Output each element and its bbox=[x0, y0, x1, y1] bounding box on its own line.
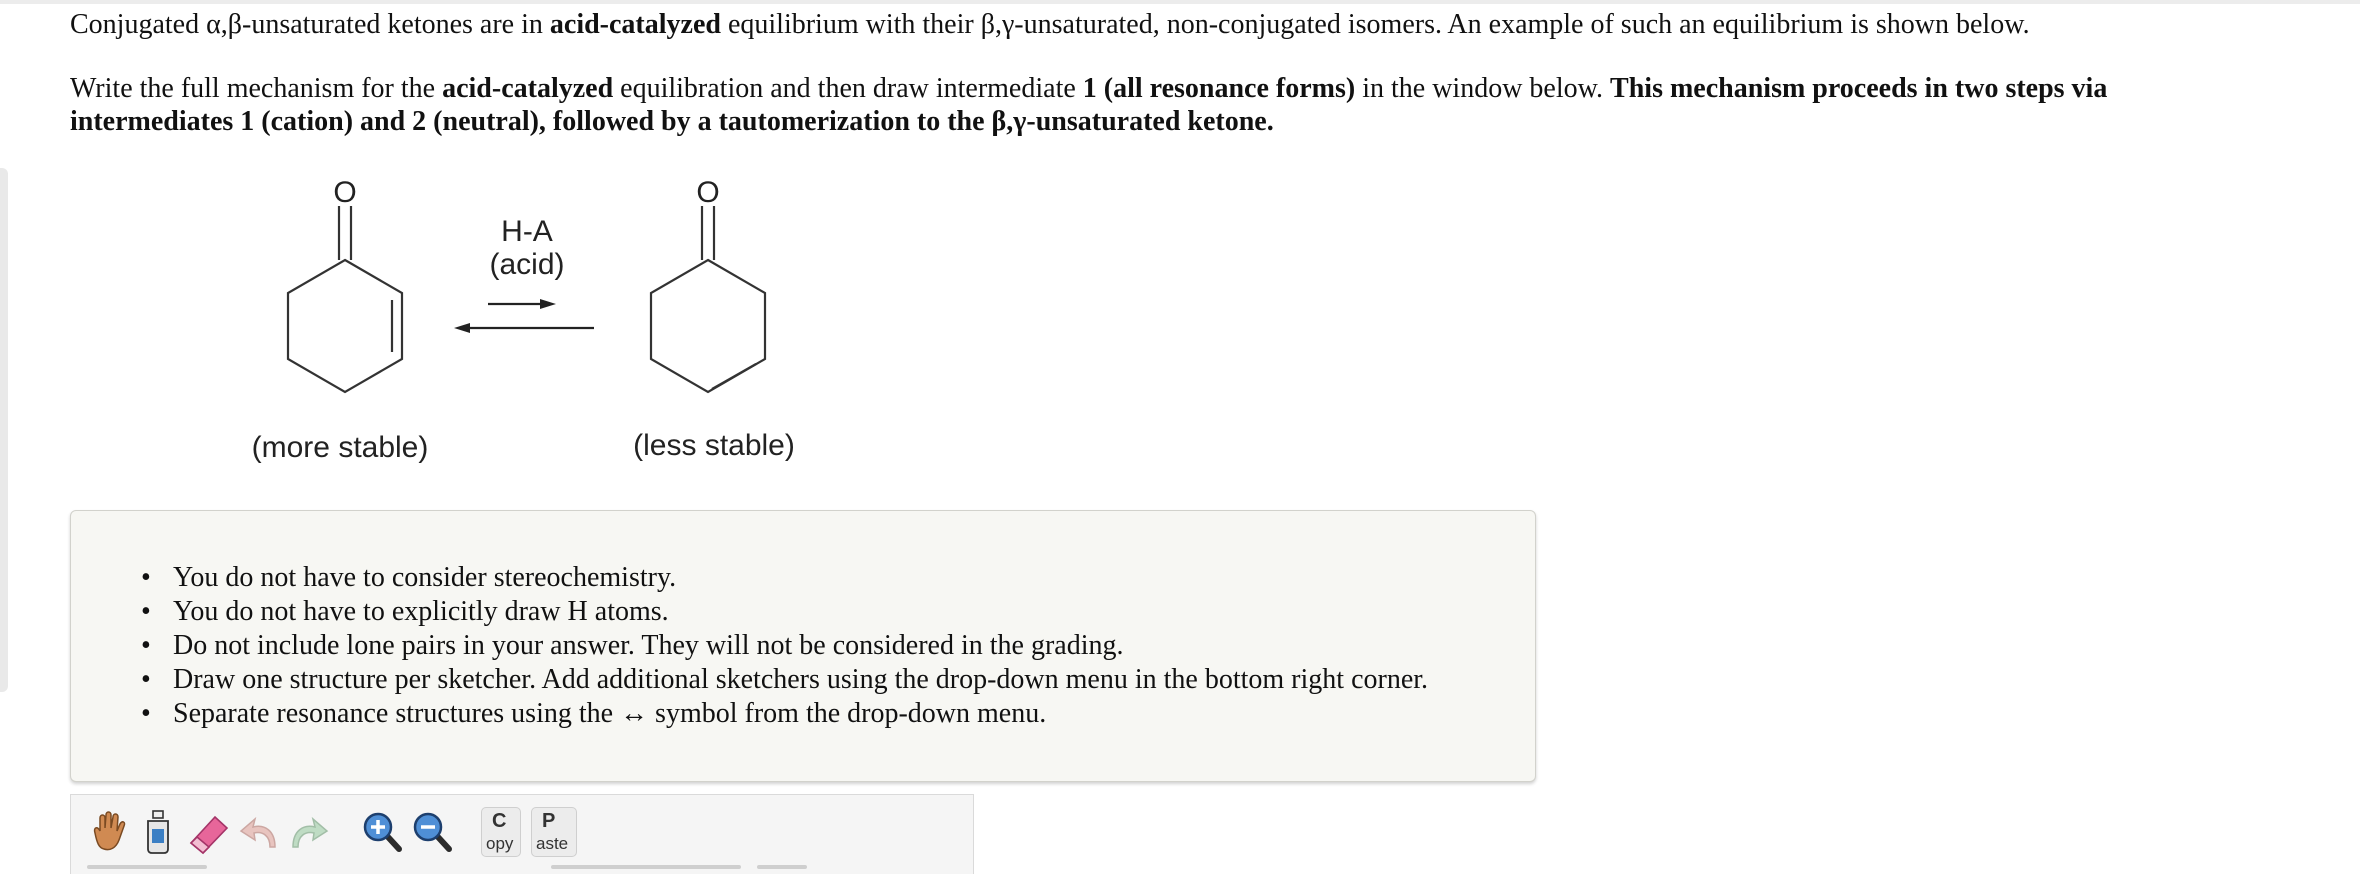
clear-button[interactable] bbox=[135, 807, 181, 857]
zoom-in-icon bbox=[363, 812, 402, 852]
sketcher-toolbar: C opy P aste bbox=[70, 794, 974, 874]
equilibrium-arrows bbox=[454, 299, 594, 333]
toolbar-second-row-edge bbox=[757, 865, 807, 869]
copy-button[interactable]: C opy bbox=[481, 807, 521, 857]
hand-tool-button[interactable] bbox=[85, 807, 131, 857]
list-item: You do not have to consider stereochemis… bbox=[141, 561, 1428, 595]
toolbar-second-row-edge bbox=[87, 865, 207, 869]
paste-button[interactable]: P aste bbox=[531, 807, 577, 857]
copy-label-initial: C bbox=[492, 810, 507, 832]
right-oxygen-label: O bbox=[696, 176, 719, 209]
conjugated-ketone-structure bbox=[286, 206, 404, 394]
eraser-button[interactable] bbox=[185, 807, 231, 857]
more-stable-caption: (more stable) bbox=[252, 431, 429, 464]
copy-label-rest: opy bbox=[486, 834, 514, 853]
undo-button[interactable] bbox=[237, 807, 283, 857]
nonconjugated-ketone-structure bbox=[649, 206, 767, 394]
zoom-out-button[interactable] bbox=[409, 807, 455, 857]
reagent-label: H-A bbox=[501, 215, 553, 248]
less-stable-caption: (less stable) bbox=[633, 429, 795, 462]
redo-icon bbox=[292, 816, 329, 848]
paste-label-initial: P bbox=[542, 810, 556, 832]
left-oxygen-label: O bbox=[333, 176, 356, 209]
zoom-out-icon bbox=[413, 812, 452, 852]
undo-icon bbox=[239, 816, 276, 848]
zoom-in-button[interactable] bbox=[359, 807, 405, 857]
eraser-icon bbox=[189, 815, 229, 855]
clear-bottle-icon bbox=[147, 810, 169, 854]
instructions-box: You do not have to consider stereochemis… bbox=[70, 510, 1536, 782]
list-item: You do not have to explicitly draw H ato… bbox=[141, 595, 1428, 629]
redo-button[interactable] bbox=[285, 807, 331, 857]
instructions-list: You do not have to consider stereochemis… bbox=[141, 561, 1428, 731]
hand-icon bbox=[93, 811, 126, 851]
list-item: Do not include lone pairs in your answer… bbox=[141, 629, 1428, 663]
reagent-sublabel: (acid) bbox=[489, 248, 564, 281]
toolbar-second-row-edge bbox=[551, 865, 741, 869]
list-item: Separate resonance structures using the … bbox=[141, 697, 1428, 731]
list-item: Draw one structure per sketcher. Add add… bbox=[141, 663, 1428, 697]
paste-label-rest: aste bbox=[536, 834, 569, 853]
